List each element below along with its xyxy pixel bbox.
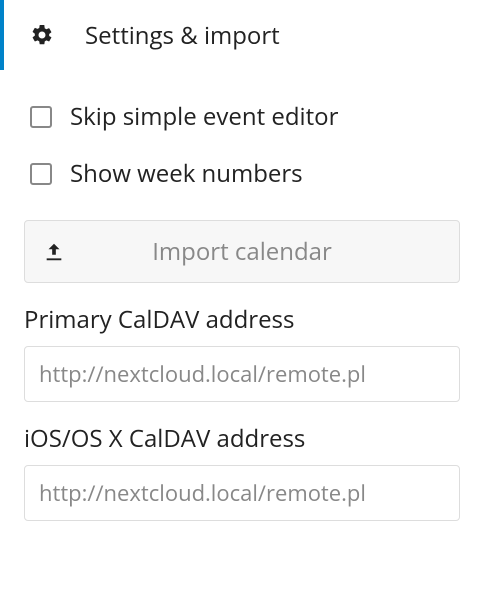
ios-caldav-input[interactable]	[24, 465, 460, 521]
ios-caldav-label: iOS/OS X CalDAV address	[24, 422, 460, 455]
checkbox-label: Show week numbers	[70, 157, 303, 190]
upload-icon	[43, 241, 79, 263]
settings-panel: Settings & import Skip simple event edit…	[0, 0, 500, 521]
primary-caldav-input[interactable]	[24, 346, 460, 402]
settings-title: Settings & import	[85, 19, 280, 52]
checkbox-label: Skip simple event editor	[70, 100, 338, 133]
skip-simple-editor-checkbox[interactable]: Skip simple event editor	[30, 100, 460, 133]
ios-caldav-block: iOS/OS X CalDAV address	[24, 422, 460, 521]
settings-header[interactable]: Settings & import	[0, 0, 460, 70]
checkbox-icon	[30, 163, 52, 185]
gear-icon	[30, 23, 70, 47]
import-calendar-button[interactable]: Import calendar	[24, 220, 460, 283]
import-row: Import calendar	[24, 220, 460, 283]
primary-caldav-block: Primary CalDAV address	[24, 303, 460, 402]
settings-options: Skip simple event editor Show week numbe…	[0, 100, 460, 190]
active-indicator	[0, 0, 4, 70]
checkbox-icon	[30, 106, 52, 128]
primary-caldav-label: Primary CalDAV address	[24, 303, 460, 336]
show-week-numbers-checkbox[interactable]: Show week numbers	[30, 157, 460, 190]
import-button-label: Import calendar	[79, 235, 441, 268]
